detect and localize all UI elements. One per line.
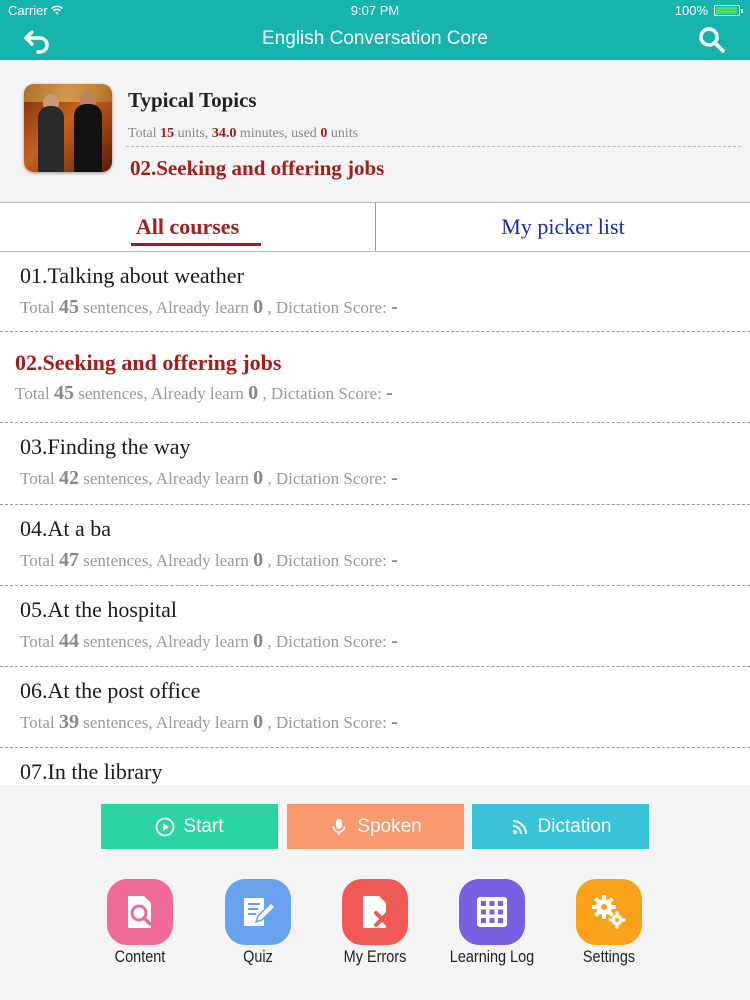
gear-icon <box>592 895 626 929</box>
list-item[interactable]: 06.At the post office Total 39 sentences… <box>0 667 750 748</box>
course-tabs: All courses My picker list <box>0 202 750 252</box>
battery-percent: 100% <box>674 3 708 18</box>
settings-tool[interactable]: Settings <box>554 879 664 969</box>
tab-my-picker-list[interactable]: My picker list <box>375 203 750 251</box>
learning-log-tool[interactable]: Learning Log <box>437 879 547 969</box>
dictation-button[interactable]: Dictation <box>472 804 649 849</box>
rss-feed-icon <box>512 819 527 834</box>
topic-thumbnail <box>24 84 112 172</box>
topic-stats: Total 15 units, 34.0 minutes, used 0 uni… <box>128 126 359 141</box>
start-button[interactable]: Start <box>101 804 278 849</box>
topic-header: Typical Topics Total 15 units, 34.0 minu… <box>0 60 750 202</box>
calendar-grid-icon <box>477 897 507 927</box>
search-icon[interactable] <box>696 24 728 56</box>
clock: 9:07 PM <box>350 3 400 18</box>
play-icon <box>156 817 175 836</box>
edit-document-icon <box>244 898 277 926</box>
list-item[interactable]: 05.At the hospital Total 44 sentences, A… <box>0 586 750 667</box>
header-divider <box>126 146 741 147</box>
bottom-panel: Start Spoken Dictation Content Quiz My E… <box>0 785 750 1000</box>
course-list[interactable]: 01.Talking about weather Total 45 senten… <box>0 252 750 785</box>
microphone-icon <box>332 818 346 835</box>
topic-title: Typical Topics <box>128 88 257 112</box>
active-tab-indicator <box>131 243 261 246</box>
quiz-tool[interactable]: Quiz <box>203 879 313 969</box>
my-errors-tool[interactable]: My Errors <box>320 879 430 969</box>
nav-bar: English Conversation Core <box>0 20 750 60</box>
current-course[interactable]: 02.Seeking and offering jobs <box>130 156 384 181</box>
spoken-button[interactable]: Spoken <box>287 804 464 849</box>
status-bar: Carrier 9:07 PM 100% <box>0 0 750 20</box>
page-title: English Conversation Core <box>261 28 488 49</box>
battery-icon <box>714 5 743 16</box>
list-item[interactable]: 02.Seeking and offering jobs Total 45 se… <box>0 332 750 423</box>
content-tool[interactable]: Content <box>85 879 195 969</box>
document-search-icon <box>128 896 152 928</box>
list-item[interactable]: 07.In the library <box>0 748 750 785</box>
tab-all-courses[interactable]: All courses <box>0 203 375 251</box>
list-item[interactable]: 04.At a ba Total 47 sentences, Already l… <box>0 505 750 586</box>
list-item[interactable]: 01.Talking about weather Total 45 senten… <box>0 252 750 332</box>
error-document-icon <box>363 896 390 928</box>
list-item[interactable]: 03.Finding the way Total 42 sentences, A… <box>0 423 750 505</box>
